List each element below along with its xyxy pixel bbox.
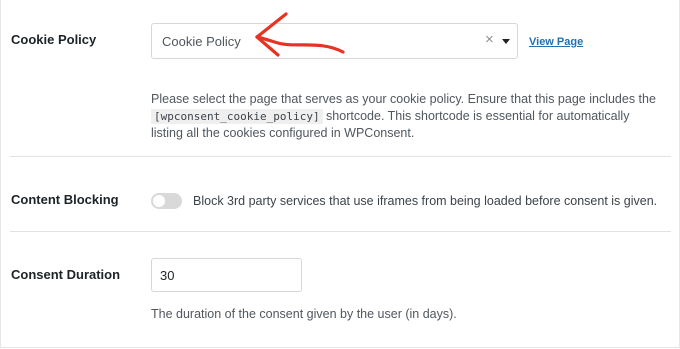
consent-duration-description: The duration of the consent given by the… [151,307,457,321]
divider [10,231,671,232]
content-blocking-label: Content Blocking [11,192,119,207]
chevron-down-icon[interactable] [502,39,510,44]
view-page-link[interactable]: View Page [529,36,583,48]
cookie-policy-description: Please select the page that serves as yo… [151,91,661,142]
consent-duration-input[interactable] [151,258,302,292]
toggle-knob [153,195,165,207]
clear-icon[interactable]: × [485,31,494,48]
content-blocking-description: Block 3rd party services that use iframe… [193,194,658,208]
cookie-policy-label: Cookie Policy [11,32,97,47]
consent-duration-label: Consent Duration [11,267,121,282]
annotation-arrow-icon [255,12,345,57]
divider [10,156,671,157]
content-blocking-toggle[interactable] [151,193,182,209]
cookie-policy-description-text: Please select the page that serves as yo… [151,92,656,106]
shortcode: [wpconsent_cookie_policy] [151,109,323,124]
cookie-policy-selected-value: Cookie Policy [162,34,241,49]
